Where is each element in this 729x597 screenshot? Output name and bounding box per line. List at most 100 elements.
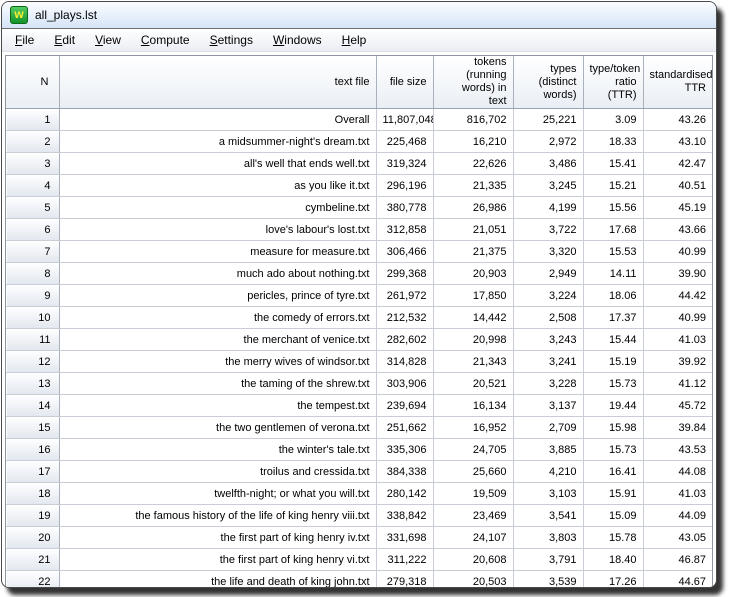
cell-tokens[interactable]: 816,702: [433, 109, 513, 131]
cell-size[interactable]: 303,906: [376, 373, 433, 395]
row-number-cell[interactable]: 9: [6, 285, 59, 307]
menu-item-view[interactable]: View: [85, 31, 131, 49]
cell-size[interactable]: 314,828: [376, 351, 433, 373]
cell-types[interactable]: 4,199: [513, 197, 583, 219]
cell-size[interactable]: 319,324: [376, 153, 433, 175]
cell-tokens[interactable]: 16,952: [433, 417, 513, 439]
cell-file[interactable]: the two gentlemen of verona.txt: [59, 417, 376, 439]
row-number-cell[interactable]: 1: [6, 109, 59, 131]
cell-size[interactable]: 306,466: [376, 241, 433, 263]
row-number-cell[interactable]: 11: [6, 329, 59, 351]
row-number-cell[interactable]: 14: [6, 395, 59, 417]
menu-item-file[interactable]: File: [5, 31, 44, 49]
cell-tokens[interactable]: 20,608: [433, 549, 513, 571]
row-number-cell[interactable]: 16: [6, 439, 59, 461]
table-row[interactable]: 4as you like it.txt296,19621,3353,24515.…: [6, 175, 712, 197]
cell-tokens[interactable]: 21,375: [433, 241, 513, 263]
cell-sttr[interactable]: 41.12: [643, 373, 712, 395]
cell-types[interactable]: 3,103: [513, 483, 583, 505]
cell-tokens[interactable]: 23,469: [433, 505, 513, 527]
cell-tokens[interactable]: 25,660: [433, 461, 513, 483]
table-row[interactable]: 8much ado about nothing.txt299,36820,903…: [6, 263, 712, 285]
cell-file[interactable]: twelfth-night; or what you will.txt: [59, 483, 376, 505]
cell-size[interactable]: 279,318: [376, 571, 433, 589]
cell-tokens[interactable]: 16,210: [433, 131, 513, 153]
cell-file[interactable]: measure for measure.txt: [59, 241, 376, 263]
row-number-cell[interactable]: 3: [6, 153, 59, 175]
cell-size[interactable]: 335,306: [376, 439, 433, 461]
table-row[interactable]: 19the famous history of the life of king…: [6, 505, 712, 527]
cell-tokens[interactable]: 20,998: [433, 329, 513, 351]
cell-types[interactable]: 3,541: [513, 505, 583, 527]
cell-ttr[interactable]: 18.40: [583, 549, 643, 571]
table-row[interactable]: 6love's labour's lost.txt312,85821,0513,…: [6, 219, 712, 241]
cell-tokens[interactable]: 26,986: [433, 197, 513, 219]
cell-file[interactable]: as you like it.txt: [59, 175, 376, 197]
cell-types[interactable]: 3,228: [513, 373, 583, 395]
cell-ttr[interactable]: 18.33: [583, 131, 643, 153]
table-row[interactable]: 17troilus and cressida.txt384,33825,6604…: [6, 461, 712, 483]
cell-types[interactable]: 3,803: [513, 527, 583, 549]
cell-file[interactable]: the famous history of the life of king h…: [59, 505, 376, 527]
cell-file[interactable]: much ado about nothing.txt: [59, 263, 376, 285]
cell-ttr[interactable]: 16.41: [583, 461, 643, 483]
cell-types[interactable]: 3,137: [513, 395, 583, 417]
cell-types[interactable]: 2,972: [513, 131, 583, 153]
cell-ttr[interactable]: 17.26: [583, 571, 643, 589]
cell-sttr[interactable]: 40.51: [643, 175, 712, 197]
table-row[interactable]: 14the tempest.txt239,69416,1343,13719.44…: [6, 395, 712, 417]
cell-types[interactable]: 3,722: [513, 219, 583, 241]
row-number-cell[interactable]: 10: [6, 307, 59, 329]
cell-tokens[interactable]: 16,134: [433, 395, 513, 417]
cell-sttr[interactable]: 43.10: [643, 131, 712, 153]
cell-size[interactable]: 261,972: [376, 285, 433, 307]
cell-types[interactable]: 4,210: [513, 461, 583, 483]
cell-sttr[interactable]: 43.05: [643, 527, 712, 549]
cell-size[interactable]: 384,338: [376, 461, 433, 483]
menu-item-edit[interactable]: Edit: [44, 31, 85, 49]
row-number-cell[interactable]: 6: [6, 219, 59, 241]
table-row[interactable]: 13the taming of the shrew.txt303,90620,5…: [6, 373, 712, 395]
cell-types[interactable]: 25,221: [513, 109, 583, 131]
cell-sttr[interactable]: 39.92: [643, 351, 712, 373]
cell-size[interactable]: 239,694: [376, 395, 433, 417]
cell-file[interactable]: the tempest.txt: [59, 395, 376, 417]
table-row[interactable]: 21the first part of king henry vi.txt311…: [6, 549, 712, 571]
table-row[interactable]: 16the winter's tale.txt335,30624,7053,88…: [6, 439, 712, 461]
table-row[interactable]: 15the two gentlemen of verona.txt251,662…: [6, 417, 712, 439]
cell-tokens[interactable]: 21,335: [433, 175, 513, 197]
cell-types[interactable]: 3,539: [513, 571, 583, 589]
row-number-cell[interactable]: 5: [6, 197, 59, 219]
cell-size[interactable]: 280,142: [376, 483, 433, 505]
cell-sttr[interactable]: 41.03: [643, 483, 712, 505]
cell-ttr[interactable]: 17.68: [583, 219, 643, 241]
cell-tokens[interactable]: 21,051: [433, 219, 513, 241]
cell-ttr[interactable]: 15.21: [583, 175, 643, 197]
cell-file[interactable]: the first part of king henry iv.txt: [59, 527, 376, 549]
cell-tokens[interactable]: 20,521: [433, 373, 513, 395]
row-number-cell[interactable]: 2: [6, 131, 59, 153]
cell-sttr[interactable]: 43.26: [643, 109, 712, 131]
row-number-cell[interactable]: 22: [6, 571, 59, 589]
cell-size[interactable]: 312,858: [376, 219, 433, 241]
cell-ttr[interactable]: 15.44: [583, 329, 643, 351]
cell-types[interactable]: 3,241: [513, 351, 583, 373]
cell-sttr[interactable]: 42.47: [643, 153, 712, 175]
cell-types[interactable]: 3,791: [513, 549, 583, 571]
cell-size[interactable]: 299,368: [376, 263, 433, 285]
cell-ttr[interactable]: 15.78: [583, 527, 643, 549]
cell-tokens[interactable]: 20,903: [433, 263, 513, 285]
cell-size[interactable]: 311,222: [376, 549, 433, 571]
cell-types[interactable]: 3,224: [513, 285, 583, 307]
cell-ttr[interactable]: 19.44: [583, 395, 643, 417]
cell-file[interactable]: the merchant of venice.txt: [59, 329, 376, 351]
cell-file[interactable]: the merry wives of windsor.txt: [59, 351, 376, 373]
cell-types[interactable]: 3,486: [513, 153, 583, 175]
cell-types[interactable]: 3,885: [513, 439, 583, 461]
column-header-types[interactable]: types (distinct words): [513, 56, 583, 109]
table-row[interactable]: 20the first part of king henry iv.txt331…: [6, 527, 712, 549]
column-header-tokens[interactable]: tokens (running words) in text: [433, 56, 513, 109]
cell-sttr[interactable]: 45.72: [643, 395, 712, 417]
cell-sttr[interactable]: 44.08: [643, 461, 712, 483]
cell-tokens[interactable]: 24,107: [433, 527, 513, 549]
